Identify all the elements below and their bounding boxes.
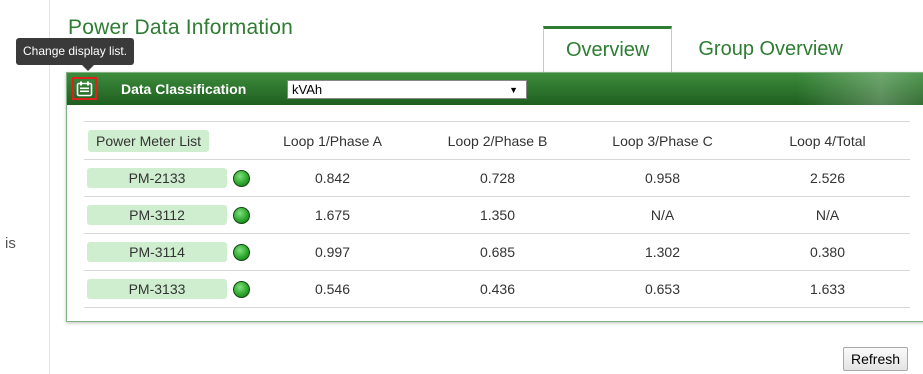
meter-name[interactable]: PM-3114 (87, 242, 227, 262)
tooltip: Change display list. (16, 38, 135, 71)
power-data-panel: Data Classification kVAh ▼ Power Meter L… (66, 72, 923, 322)
table-row: PM-2133 0.842 0.728 0.958 2.526 (84, 159, 910, 197)
meter-name[interactable]: PM-3133 (87, 279, 227, 299)
table-row: PM-3114 0.997 0.685 1.302 0.380 (84, 233, 910, 271)
status-online-icon (233, 169, 250, 187)
tab-bar: Overview Group Overview (543, 26, 865, 72)
tab-overview[interactable]: Overview (543, 26, 673, 72)
header-decoration (797, 73, 923, 105)
refresh-button[interactable]: Refresh (843, 347, 909, 371)
power-meter-table: Power Meter List Loop 1/Phase A Loop 2/P… (84, 121, 910, 308)
value-cell: 0.958 (580, 159, 745, 197)
value-cell: 0.997 (250, 233, 415, 271)
meter-name[interactable]: PM-2133 (87, 168, 227, 188)
table-header-row: Power Meter List Loop 1/Phase A Loop 2/P… (84, 121, 910, 160)
header-cell-loop4: Loop 4/Total (745, 121, 910, 160)
value-cell: 0.436 (415, 270, 580, 308)
value-cell: 1.350 (415, 196, 580, 234)
data-classification-value: kVAh (292, 82, 323, 97)
value-cell: 1.302 (580, 233, 745, 271)
table-row: PM-3112 1.675 1.350 N/A N/A (84, 196, 910, 234)
table-row: PM-3133 0.546 0.436 0.653 1.633 (84, 270, 910, 308)
calendar-list-icon (76, 81, 93, 96)
value-cell: 0.685 (415, 233, 580, 271)
value-cell: 1.633 (745, 270, 910, 308)
value-cell: 0.728 (415, 159, 580, 197)
header-cell-loop2: Loop 2/Phase B (415, 121, 580, 160)
value-cell: N/A (580, 196, 745, 234)
tab-group-overview[interactable]: Group Overview (672, 26, 865, 70)
power-meter-list-header: Power Meter List (88, 129, 210, 152)
value-cell: 1.675 (250, 196, 415, 234)
header-cell-loop1: Loop 1/Phase A (250, 121, 415, 160)
value-cell: 0.380 (745, 233, 910, 271)
meter-name[interactable]: PM-3112 (87, 205, 227, 225)
change-display-list-button[interactable] (72, 77, 97, 100)
page-title: Power Data Information (68, 16, 294, 39)
value-cell: 2.526 (745, 159, 910, 197)
left-panel-text: is (5, 235, 16, 252)
panel-header: Data Classification kVAh ▼ (67, 73, 923, 105)
data-classification-select[interactable]: kVAh ▼ (287, 80, 527, 99)
header-cell-loop3: Loop 3/Phase C (580, 121, 745, 160)
header-cell-meter: Power Meter List (84, 121, 250, 160)
status-online-icon (233, 280, 250, 298)
status-online-icon (233, 206, 250, 224)
data-classification-label: Data Classification (121, 81, 247, 97)
value-cell: 0.653 (580, 270, 745, 308)
value-cell: 0.842 (250, 159, 415, 197)
status-online-icon (233, 243, 250, 261)
value-cell: N/A (745, 196, 910, 234)
value-cell: 0.546 (250, 270, 415, 308)
chevron-down-icon: ▼ (509, 85, 518, 95)
